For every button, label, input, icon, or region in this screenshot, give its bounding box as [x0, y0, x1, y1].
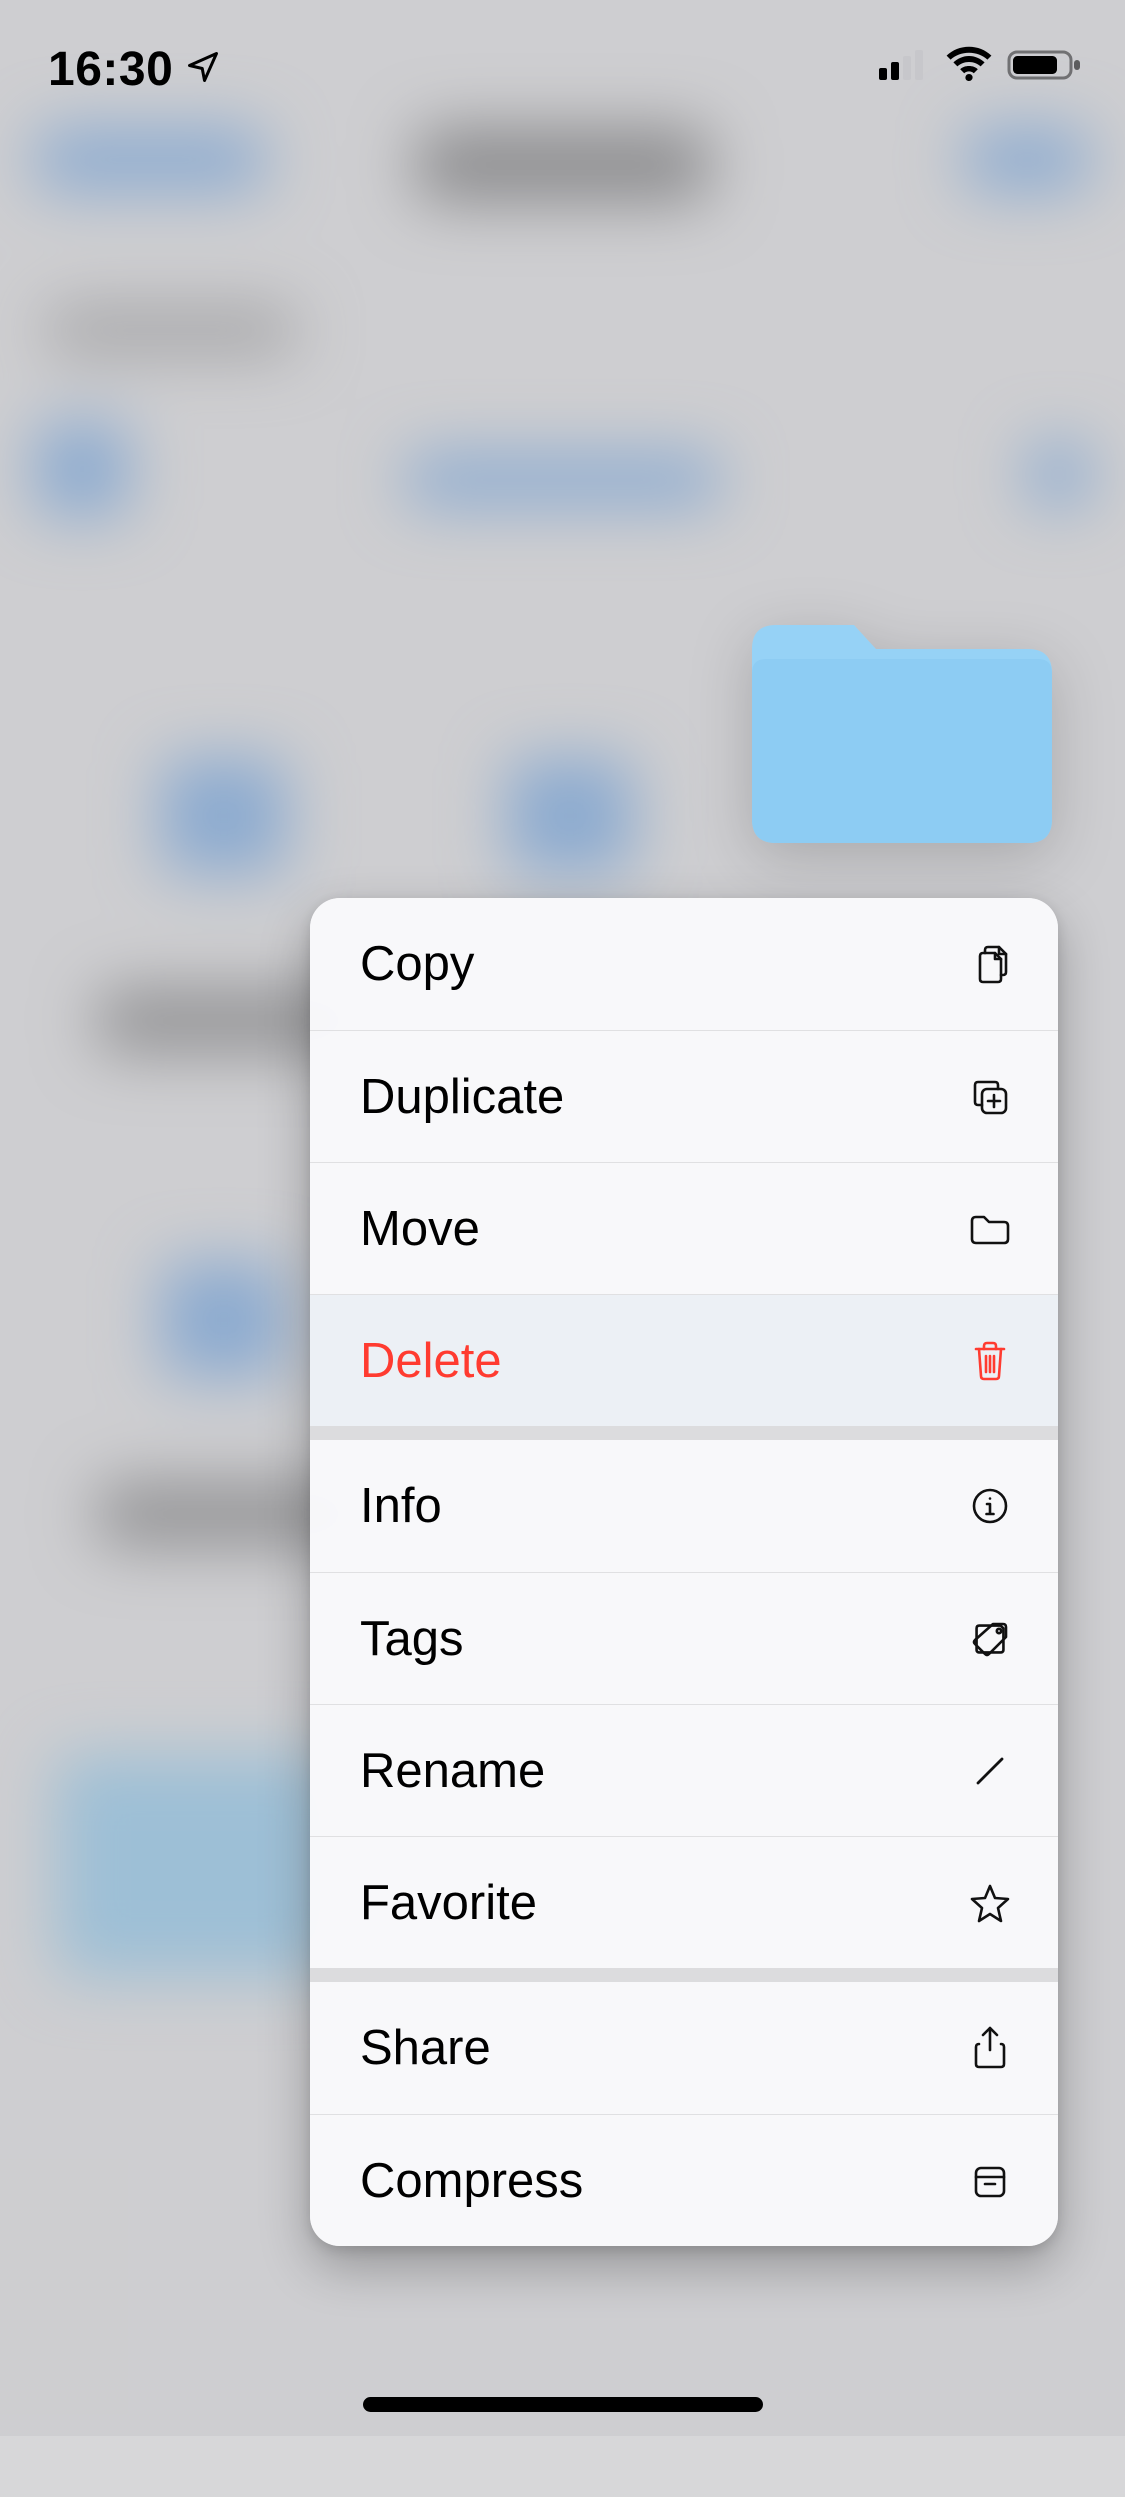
menu-label: Duplicate [360, 1069, 564, 1125]
status-bar: 16:30 [0, 0, 1125, 130]
menu-item-tags[interactable]: Tags [310, 1572, 1058, 1704]
menu-label: Favorite [360, 1875, 537, 1931]
menu-item-rename[interactable]: Rename [310, 1704, 1058, 1836]
menu-label: Info [360, 1478, 442, 1534]
menu-item-copy[interactable]: Copy [310, 898, 1058, 1030]
menu-section-1: Copy Duplicate Move [310, 898, 1058, 1426]
home-indicator [363, 2397, 763, 2412]
menu-label: Delete [360, 1333, 502, 1389]
menu-label: Tags [360, 1611, 464, 1667]
menu-item-share[interactable]: Share [310, 1982, 1058, 2114]
folder-icon [966, 1205, 1014, 1253]
menu-label: Rename [360, 1743, 545, 1799]
archive-icon [966, 2157, 1014, 2205]
cellular-icon [877, 46, 931, 82]
menu-item-duplicate[interactable]: Duplicate [310, 1030, 1058, 1162]
share-icon [966, 2024, 1014, 2072]
menu-label: Share [360, 2020, 491, 2076]
menu-label: Compress [360, 2153, 583, 2209]
star-icon [966, 1879, 1014, 1927]
menu-item-compress[interactable]: Compress [310, 2114, 1058, 2246]
menu-item-info[interactable]: Info [310, 1440, 1058, 1572]
menu-label: Move [360, 1201, 480, 1257]
tag-icon [966, 1615, 1014, 1663]
context-menu: Copy Duplicate Move [310, 898, 1058, 2246]
location-arrow-icon [173, 42, 221, 97]
pencil-icon [966, 1747, 1014, 1795]
menu-item-move[interactable]: Move [310, 1162, 1058, 1294]
copy-icon [966, 940, 1014, 988]
battery-icon [1007, 46, 1085, 82]
menu-section-2: Info Tags Rename [310, 1426, 1058, 1968]
folder-preview[interactable] [746, 605, 1058, 851]
menu-item-delete[interactable]: Delete [310, 1294, 1058, 1426]
trash-icon [966, 1337, 1014, 1385]
status-time: 16:30 [48, 42, 173, 97]
menu-section-3: Share Compress [310, 1968, 1058, 2246]
info-icon [966, 1482, 1014, 1530]
wifi-icon [945, 46, 993, 82]
duplicate-icon [966, 1073, 1014, 1121]
menu-label: Copy [360, 936, 474, 992]
menu-item-favorite[interactable]: Favorite [310, 1836, 1058, 1968]
